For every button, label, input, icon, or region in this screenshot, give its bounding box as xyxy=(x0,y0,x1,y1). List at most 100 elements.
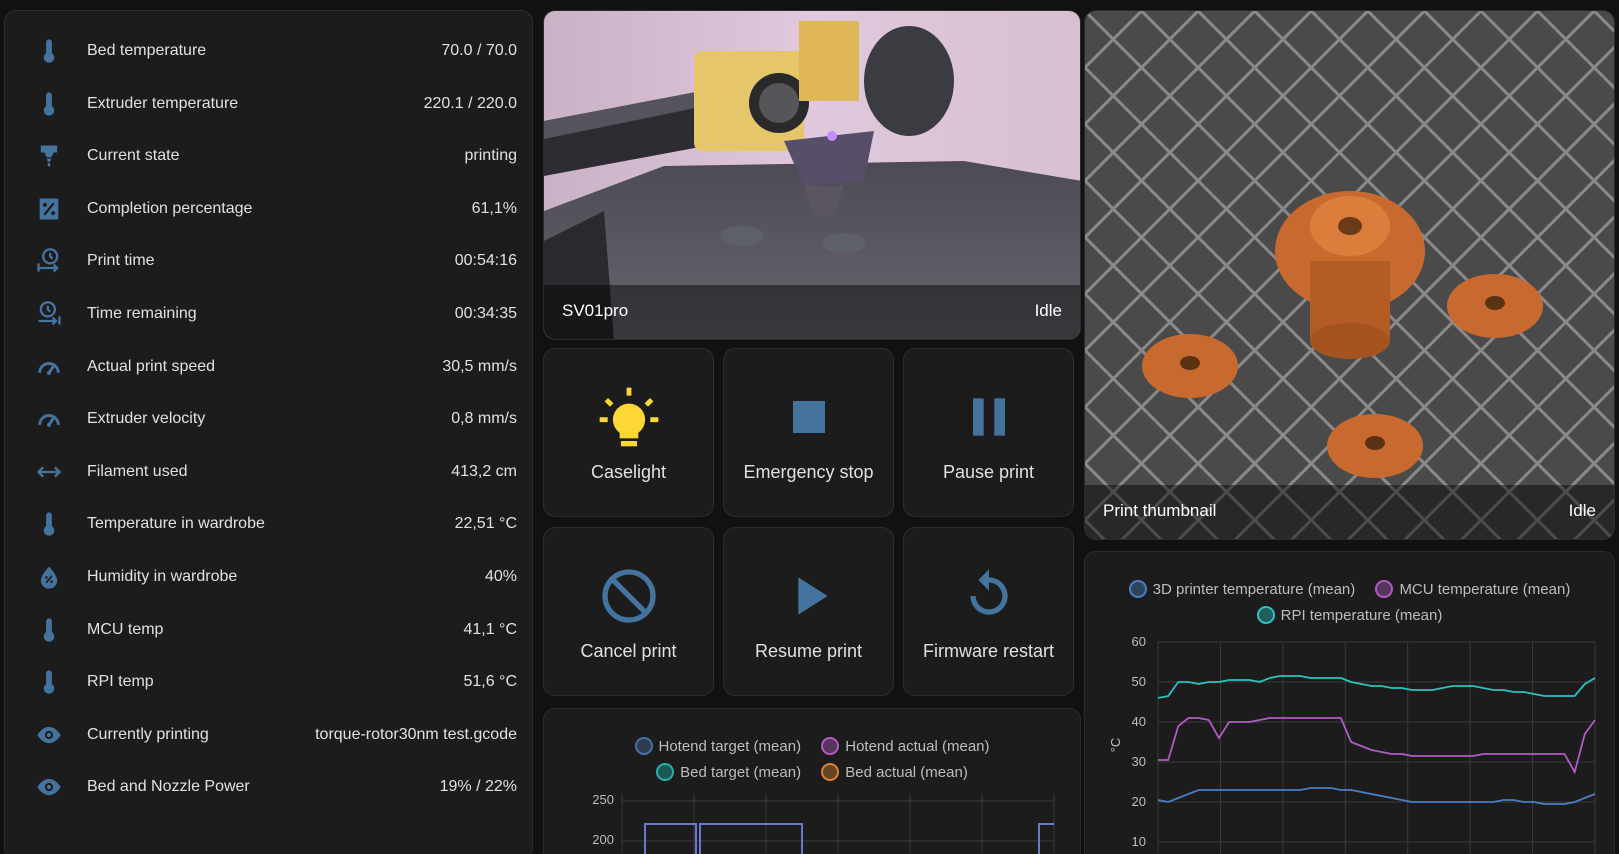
series-line xyxy=(1157,675,1596,699)
thumbnail-footer: Print thumbnail Idle xyxy=(1085,485,1614,539)
y-tick-label: 20 xyxy=(1132,794,1146,809)
eye-icon xyxy=(35,721,63,749)
entity-row[interactable]: Actual print speed 30,5 mm/s xyxy=(5,347,532,387)
thermometer-icon xyxy=(35,37,63,65)
camera-footer: SV01pro Idle xyxy=(544,285,1080,339)
entity-label: Currently printing xyxy=(87,725,209,743)
clock-end-icon xyxy=(35,300,63,328)
button-label: Resume print xyxy=(754,641,863,661)
cancel-icon xyxy=(597,564,661,628)
system-temperature-chart: 3D printer temperature (mean) MCU temper… xyxy=(1084,551,1615,854)
entity-row[interactable]: Completion percentage 61,1% xyxy=(5,189,532,229)
entity-label: Print time xyxy=(87,252,155,270)
entity-value: 61,1% xyxy=(471,199,517,217)
speedometer-icon xyxy=(35,353,63,381)
percent-box-icon xyxy=(35,195,63,223)
entity-label: Current state xyxy=(87,147,180,165)
play-icon xyxy=(777,564,841,628)
hotend-y-tick-200: 200 xyxy=(592,832,614,847)
button-label: Cancel print xyxy=(580,641,677,661)
entity-row[interactable]: MCU temp 41,1 °C xyxy=(5,610,532,650)
entity-value: 22,51 °C xyxy=(454,515,517,533)
entity-label: Bed and Nozzle Power xyxy=(87,778,250,796)
thermometer-icon xyxy=(35,510,63,538)
series-line xyxy=(1158,717,1596,775)
entities-card: Bed temperature 70.0 / 70.0 Extruder tempe… xyxy=(4,10,533,854)
entity-label: Actual print speed xyxy=(87,357,216,375)
y-axis-label: °C xyxy=(1108,738,1123,753)
printer-nozzle-icon xyxy=(35,142,63,170)
camera-name: SV01pro xyxy=(562,301,629,320)
y-tick-label: 30 xyxy=(1132,754,1146,769)
entity-value: 00:54:16 xyxy=(454,252,517,270)
thumbnail-name: Print thumbnail xyxy=(1103,501,1217,520)
y-tick-label: 10 xyxy=(1132,834,1146,849)
button-label: Caselight xyxy=(590,462,667,482)
entity-value: 00:34:35 xyxy=(454,305,517,322)
thermometer-icon xyxy=(35,616,63,644)
y-tick-label: 40 xyxy=(1132,714,1146,729)
restart-icon xyxy=(957,564,1021,628)
entity-label: Humidity in wardrobe xyxy=(87,568,238,585)
entity-label: Extruder velocity xyxy=(87,410,206,428)
hotend-plot: 250 200 xyxy=(592,792,1055,854)
entity-row[interactable]: Filament used 413,2 cm xyxy=(5,452,532,492)
hotend-y-tick-250: 250 xyxy=(592,792,614,807)
entity-value: 19% / 22% xyxy=(439,778,517,796)
caselight-button[interactable]: Caselight xyxy=(543,348,714,517)
entity-label: Temperature in wardrobe xyxy=(87,515,265,533)
thermometer-icon xyxy=(35,668,63,696)
emergency-stop-button[interactable]: Emergency stop xyxy=(723,348,894,517)
entity-label: Completion percentage xyxy=(87,199,253,217)
entity-value: 40% xyxy=(484,568,517,585)
stop-icon xyxy=(777,385,841,449)
entity-row[interactable]: Bed and Nozzle Power 19% / 22% xyxy=(5,767,532,807)
speedometer-icon xyxy=(35,405,63,433)
entity-label: Filament used xyxy=(87,462,188,480)
camera-state: Idle xyxy=(1034,301,1062,320)
entity-row[interactable]: RPI temp 51,6 °C xyxy=(5,662,532,702)
resume-print-button[interactable]: Resume print xyxy=(723,527,894,696)
thermometer-icon xyxy=(35,90,63,118)
entity-value: 41,1 °C xyxy=(463,620,517,638)
entity-row[interactable]: Humidity in wardrobe 40% xyxy=(5,557,532,597)
entity-value: 413,2 cm xyxy=(451,462,517,480)
entity-row[interactable]: Temperature in wardrobe 22,51 °C xyxy=(5,504,532,544)
cancel-print-button[interactable]: Cancel print xyxy=(543,527,714,696)
entity-row[interactable]: Extruder temperature 220.1 / 220.0 xyxy=(5,84,532,124)
entity-value: 70.0 / 70.0 xyxy=(441,42,517,59)
entity-label: MCU temp xyxy=(87,620,164,638)
entity-row[interactable]: Current state printing xyxy=(5,136,532,176)
entity-label: RPI temp xyxy=(87,673,154,691)
y-tick-label: 60 xyxy=(1132,634,1146,649)
entity-value: printing xyxy=(464,147,517,165)
thumbnail-image xyxy=(1085,11,1614,539)
print-thumbnail[interactable]: Print thumbnail Idle xyxy=(1084,10,1615,540)
camera-feed[interactable]: SV01pro Idle xyxy=(543,10,1081,340)
entity-label: Extruder temperature xyxy=(87,94,239,112)
entity-label: Bed temperature xyxy=(87,42,207,59)
arrow-left-right-icon xyxy=(35,458,63,486)
entity-value: 51,6 °C xyxy=(463,673,517,691)
y-tick-label: 50 xyxy=(1132,674,1146,689)
entity-value: 30,5 mm/s xyxy=(442,357,517,375)
hotend-bed-history-chart: Hotend target (mean) Hotend actual (mean… xyxy=(543,708,1081,854)
clock-start-icon xyxy=(35,247,63,275)
entity-row[interactable]: Bed temperature 70.0 / 70.0 xyxy=(5,31,532,71)
pause-icon xyxy=(957,385,1021,449)
entity-row[interactable]: Currently printing torque-rotor30nm test.… xyxy=(5,715,532,755)
button-label: Firmware restart xyxy=(922,641,1054,661)
entity-row[interactable]: Extruder velocity 0,8 mm/s xyxy=(5,399,532,439)
firmware-restart-button[interactable]: Firmware restart xyxy=(903,527,1074,696)
entity-value: 0,8 mm/s xyxy=(451,410,517,428)
entity-value: torque-rotor30nm test.gcode xyxy=(315,725,517,743)
pause-print-button[interactable]: Pause print xyxy=(903,348,1074,517)
button-label: Emergency stop xyxy=(743,462,874,482)
lightbulb-on-icon xyxy=(597,385,661,449)
eye-icon xyxy=(35,773,63,801)
entity-value: 220.1 / 220.0 xyxy=(423,94,517,112)
entity-row[interactable]: Print time 00:54:16 xyxy=(5,241,532,281)
temperature-plot: °C 60 50 40 30 20 10 xyxy=(1108,634,1596,854)
thumbnail-state: Idle xyxy=(1568,501,1596,520)
entity-row[interactable]: Time remaining 00:34:35 xyxy=(5,294,532,334)
